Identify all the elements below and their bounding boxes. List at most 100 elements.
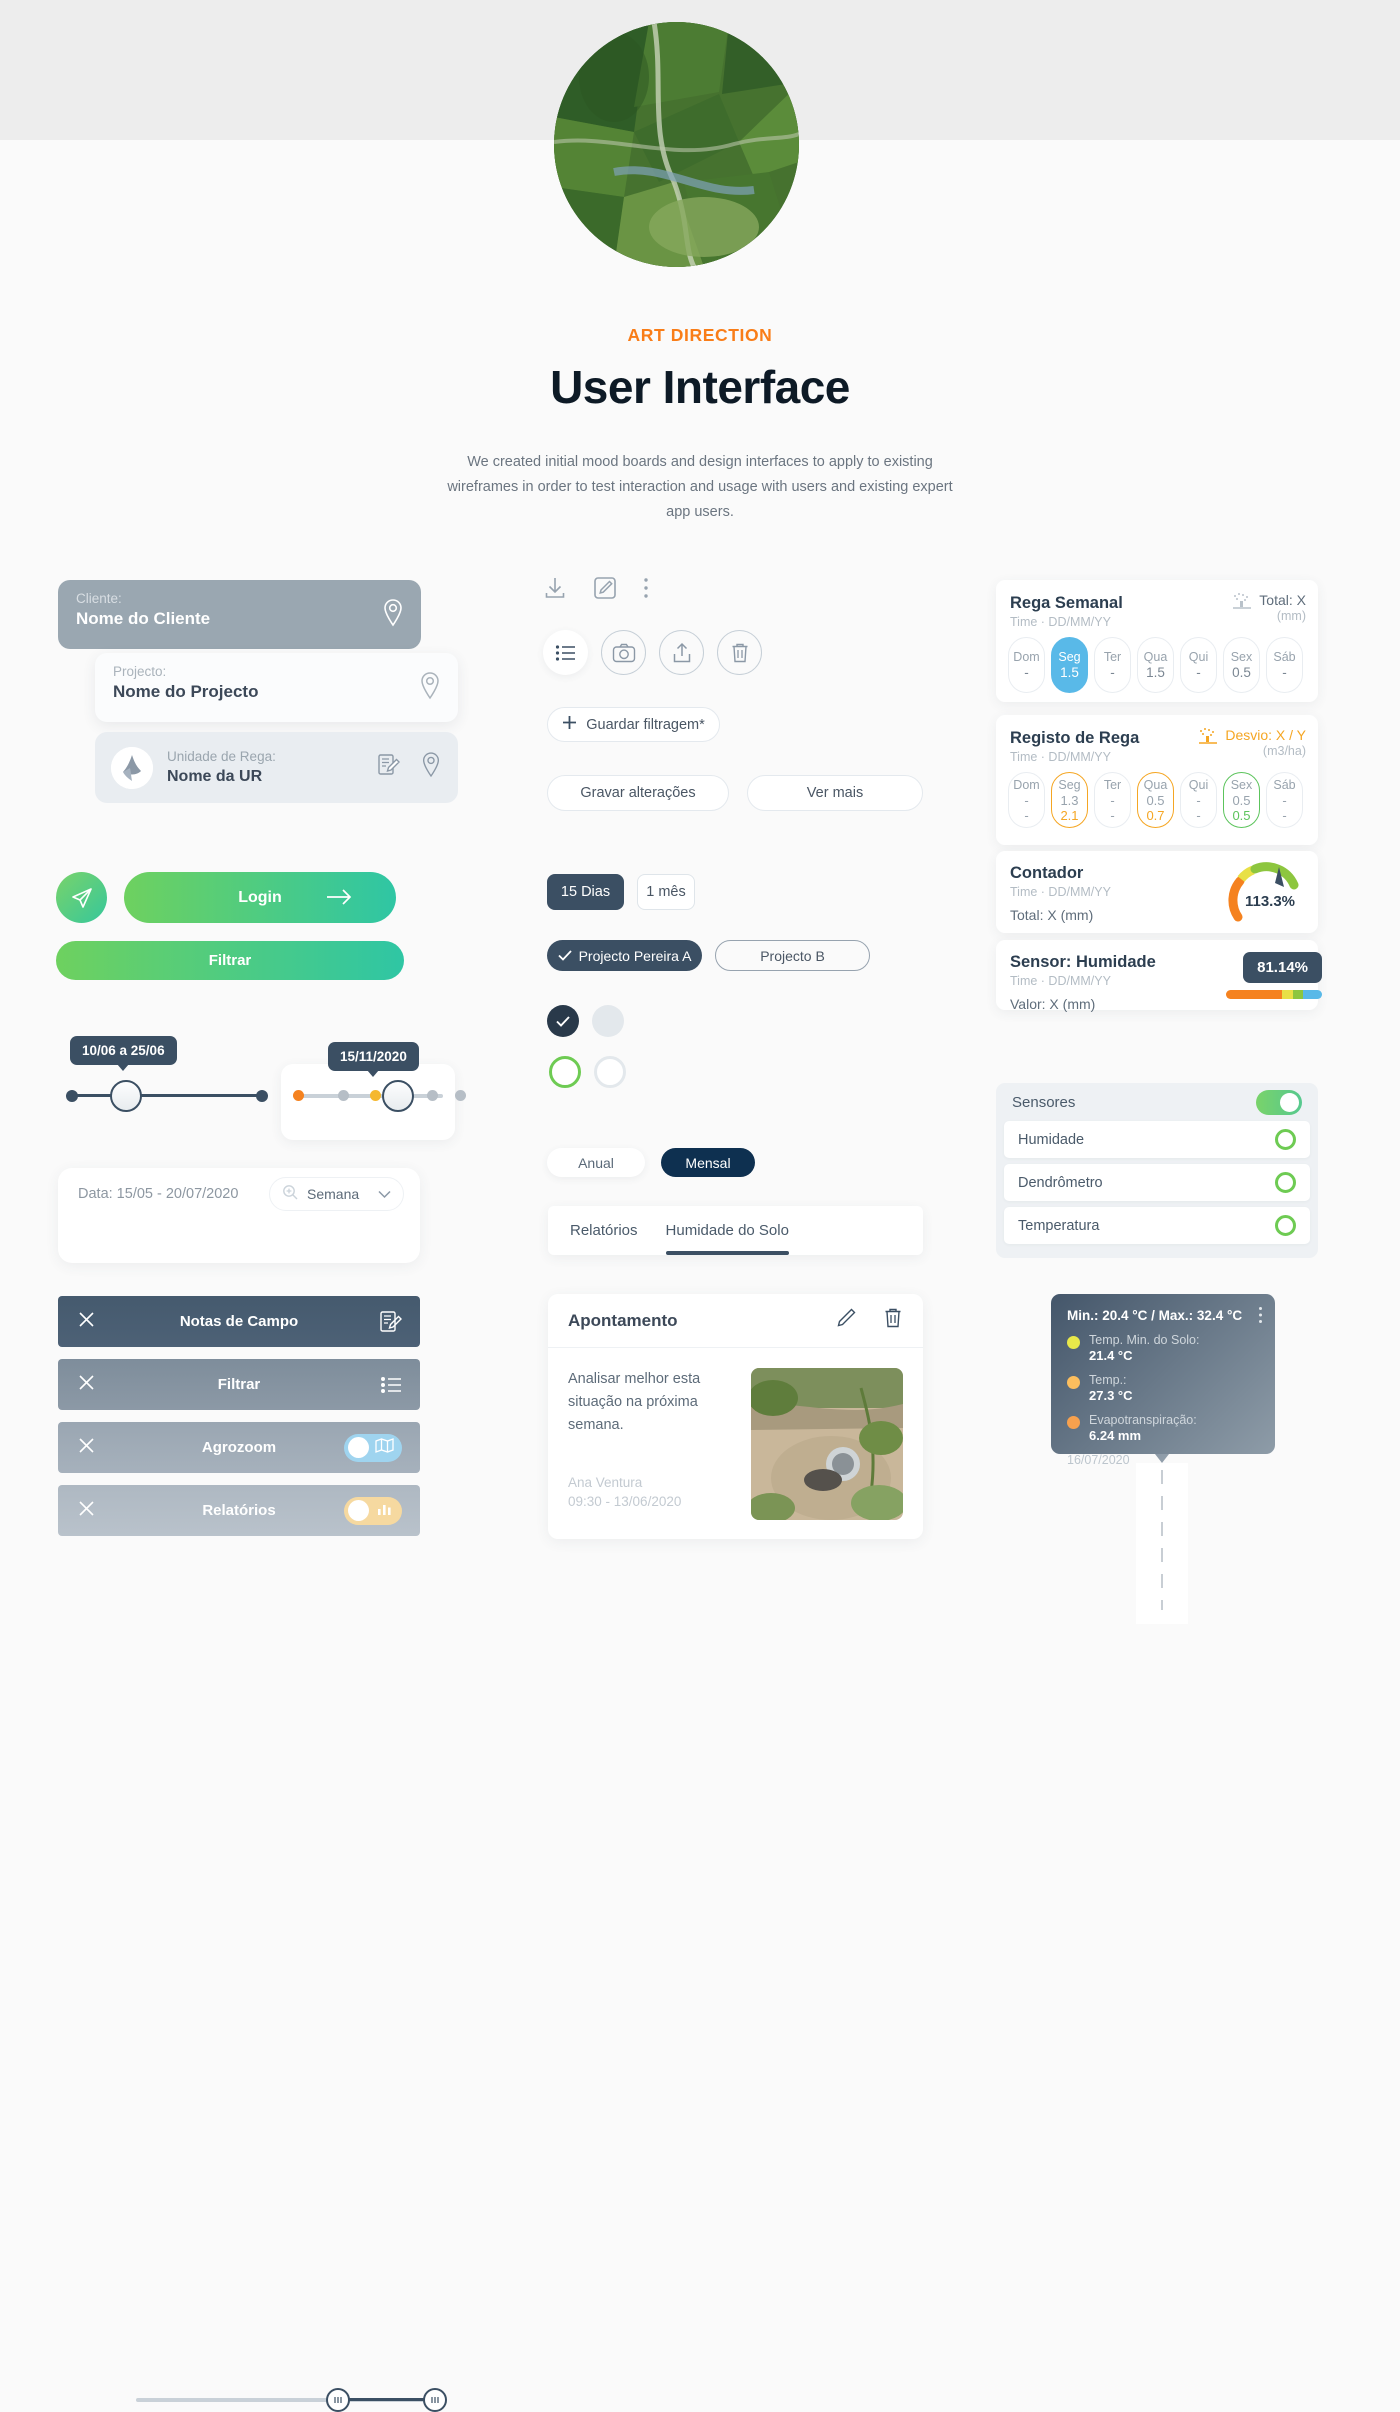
chip-projecto-pereira-a[interactable]: Projecto Pereira A bbox=[547, 940, 702, 971]
close-icon[interactable] bbox=[78, 1437, 95, 1458]
day-pill[interactable]: Dom - bbox=[1008, 637, 1045, 693]
sensor-row-dendrometro[interactable]: Dendrômetro bbox=[1004, 1164, 1310, 1201]
sensor-humidade-card: Sensor: Humidade Time · DD/MM/YY Valor: … bbox=[996, 940, 1322, 1012]
guardar-filtragem-button[interactable]: Guardar filtragem* bbox=[547, 707, 720, 742]
day-pill[interactable]: Sex 0.5 0.5 bbox=[1223, 772, 1260, 828]
timeline-dot[interactable] bbox=[455, 1090, 466, 1101]
download-icon[interactable] bbox=[543, 576, 567, 605]
day-pill[interactable]: Sáb - - bbox=[1266, 772, 1303, 828]
sensor-row-temperatura[interactable]: Temperatura bbox=[1004, 1207, 1310, 1244]
page-description: We created initial mood boards and desig… bbox=[447, 454, 953, 520]
segment-15-dias[interactable]: 15 Dias bbox=[547, 874, 624, 910]
day-pill[interactable]: Qui - bbox=[1180, 637, 1217, 693]
sensor-toggle-ring[interactable] bbox=[1275, 1215, 1296, 1236]
menu-item-agrozoom[interactable]: Agrozoom bbox=[58, 1422, 420, 1473]
range-handle-right[interactable] bbox=[423, 2388, 447, 2412]
day-pill[interactable]: Dom - - bbox=[1008, 772, 1045, 828]
trash-icon[interactable] bbox=[717, 630, 762, 675]
toggle-anual[interactable]: Anual bbox=[547, 1148, 645, 1177]
day-pill[interactable]: Qua 1.5 bbox=[1137, 637, 1174, 693]
slider-end-dot bbox=[256, 1090, 268, 1102]
rega-semanal-unit: (mm) bbox=[1276, 609, 1306, 623]
check-icon bbox=[557, 948, 572, 964]
project-card[interactable]: Projecto: Nome do Projecto bbox=[95, 653, 458, 722]
agrozoom-toggle[interactable] bbox=[344, 1433, 402, 1462]
apontamento-timestamp: 09:30 - 13/06/2020 bbox=[568, 1494, 682, 1509]
radio-checked[interactable] bbox=[547, 1005, 579, 1037]
legend-dot bbox=[1067, 1416, 1080, 1429]
day-pill[interactable]: Sex 0.5 bbox=[1223, 637, 1260, 693]
relatorios-toggle[interactable] bbox=[344, 1496, 402, 1525]
edit-square-icon[interactable] bbox=[593, 576, 617, 605]
toggle-mensal[interactable]: Mensal bbox=[661, 1148, 755, 1177]
chip-projecto-b[interactable]: Projecto B bbox=[715, 940, 870, 971]
sensores-master-toggle[interactable] bbox=[1256, 1089, 1302, 1115]
note-edit-icon[interactable] bbox=[379, 1310, 402, 1334]
filter-list-icon[interactable] bbox=[380, 1376, 402, 1394]
gravar-alteracoes-button[interactable]: Gravar alterações bbox=[547, 775, 729, 811]
sensor-toggle-ring[interactable] bbox=[1275, 1172, 1296, 1193]
login-label: Login bbox=[238, 888, 282, 906]
menu-item-relatorios[interactable]: Relatórios bbox=[58, 1485, 420, 1536]
day-pill[interactable]: Seg 1.3 2.1 bbox=[1051, 772, 1088, 828]
timeline-dot[interactable] bbox=[370, 1090, 381, 1101]
kebab-menu-icon[interactable] bbox=[643, 576, 649, 605]
day-pill[interactable]: Ter - bbox=[1094, 637, 1131, 693]
client-card[interactable]: Cliente: Nome do Cliente bbox=[58, 580, 421, 649]
gauge-value: 113.3% bbox=[1245, 893, 1295, 910]
sensor-row-humidade[interactable]: Humidade bbox=[1004, 1121, 1310, 1158]
location-pin-icon[interactable] bbox=[420, 751, 442, 784]
note-edit-icon[interactable] bbox=[377, 753, 400, 782]
day-pill[interactable]: Qui - - bbox=[1180, 772, 1217, 828]
tab-relatorios[interactable]: Relatórios bbox=[570, 1206, 638, 1255]
irrigation-unit-text: Unidade de Rega: Nome da UR bbox=[167, 748, 363, 787]
timeline-dot[interactable] bbox=[293, 1090, 304, 1101]
ver-mais-button[interactable]: Ver mais bbox=[747, 775, 923, 811]
filtrar-button[interactable]: Filtrar bbox=[56, 941, 404, 980]
kebab-menu-icon[interactable] bbox=[1258, 1306, 1263, 1329]
location-pin-icon[interactable] bbox=[381, 598, 405, 633]
range-handle-left[interactable] bbox=[326, 2388, 350, 2412]
timeline-track[interactable] bbox=[293, 1094, 443, 1098]
radio-grey-outline[interactable] bbox=[594, 1056, 626, 1088]
segment-1-mes[interactable]: 1 mês bbox=[637, 874, 695, 910]
login-button[interactable]: Login bbox=[124, 872, 396, 923]
apontamento-card: Apontamento Analisar melhor esta situaçã… bbox=[548, 1294, 923, 1539]
date-range-text: Data: 15/05 - 20/07/2020 bbox=[78, 1186, 239, 1202]
close-icon[interactable] bbox=[78, 1311, 95, 1332]
slider-knob[interactable] bbox=[110, 1080, 142, 1112]
timeline-dot[interactable] bbox=[427, 1090, 438, 1101]
trash-icon[interactable] bbox=[883, 1307, 903, 1334]
menu-item-label: Agrozoom bbox=[201, 1439, 277, 1456]
tooltip-label: Temp. Min. do Solo: bbox=[1089, 1333, 1200, 1347]
menu-item-notas-de-campo[interactable]: Notas de Campo bbox=[58, 1296, 420, 1347]
irrigation-unit-card[interactable]: Unidade de Rega: Nome da UR bbox=[95, 732, 458, 803]
tab-humidade-do-solo[interactable]: Humidade do Solo bbox=[665, 1206, 790, 1255]
period-select[interactable]: Semana bbox=[269, 1177, 404, 1211]
apontamento-title: Apontamento bbox=[568, 1310, 678, 1330]
day-pill[interactable]: Sáb - bbox=[1266, 637, 1303, 693]
tooltip-row: Temp. Min. do Solo: 21.4 °C bbox=[1067, 1333, 1259, 1364]
contador-card: Contador Time · DD/MM/YY Total: X (mm) 1… bbox=[996, 851, 1318, 933]
day-pill[interactable]: Ter - - bbox=[1094, 772, 1131, 828]
radio-unchecked[interactable] bbox=[592, 1005, 624, 1037]
location-pin-icon[interactable] bbox=[418, 671, 442, 706]
menu-item-filtrar[interactable]: Filtrar bbox=[58, 1359, 420, 1410]
day-pill[interactable]: Qua 0.5 0.7 bbox=[1137, 772, 1174, 828]
guardar-label: Guardar filtragem* bbox=[586, 716, 705, 733]
send-button[interactable] bbox=[56, 872, 107, 923]
close-icon[interactable] bbox=[78, 1374, 95, 1395]
timeline-knob[interactable] bbox=[382, 1080, 414, 1112]
radio-green[interactable] bbox=[549, 1056, 581, 1088]
share-upload-icon[interactable] bbox=[659, 630, 704, 675]
apontamento-body: Analisar melhor esta situação na próxima… bbox=[548, 1348, 923, 1539]
timeline-dot[interactable] bbox=[338, 1090, 349, 1101]
sensor-toggle-ring[interactable] bbox=[1275, 1129, 1296, 1150]
pencil-icon[interactable] bbox=[835, 1307, 857, 1334]
camera-icon[interactable] bbox=[601, 630, 646, 675]
day-pill[interactable]: Seg 1.5 bbox=[1051, 637, 1088, 693]
close-icon[interactable] bbox=[78, 1500, 95, 1521]
bar-chart-icon bbox=[376, 1502, 393, 1520]
list-icon[interactable] bbox=[543, 630, 588, 675]
slider-track[interactable] bbox=[72, 1094, 262, 1097]
